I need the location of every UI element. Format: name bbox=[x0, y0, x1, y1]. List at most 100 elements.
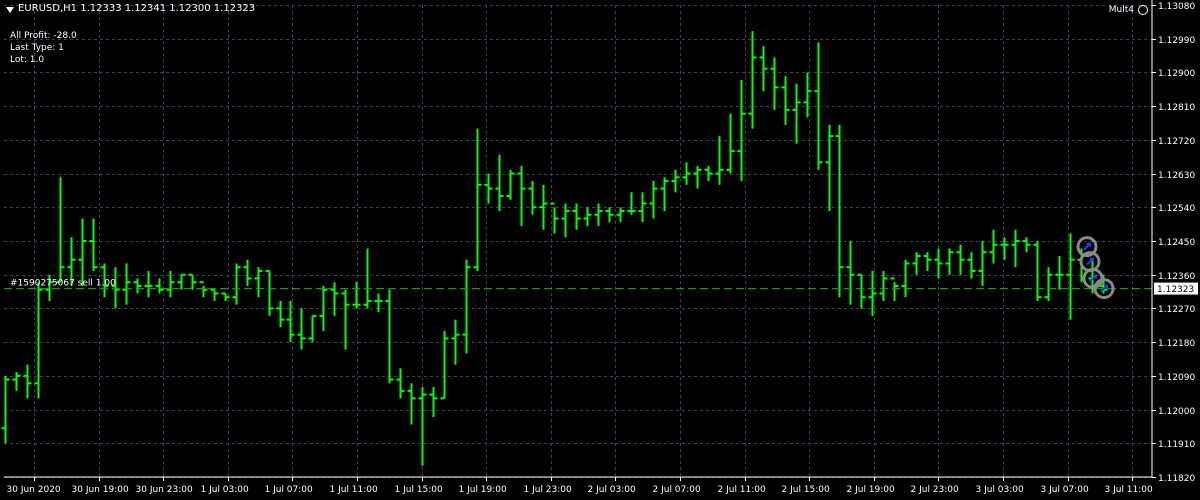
ohlc-bar bbox=[451, 319, 460, 365]
ohlc-bar bbox=[792, 83, 801, 144]
lot-label: Lot: 1.0 bbox=[10, 55, 45, 65]
x-tick-label: 2 Jul 11:00 bbox=[718, 485, 767, 495]
ohlc-bar bbox=[12, 372, 21, 391]
price-chart[interactable]: #1590275067 sell 1.00 1.13080 1.12990 1.12… bbox=[0, 0, 1200, 500]
ohlc-bar bbox=[286, 300, 295, 343]
ohlc-bar bbox=[166, 270, 175, 298]
ohlc-bar bbox=[583, 207, 592, 227]
ohlc-bar bbox=[1055, 255, 1064, 290]
y-tick-label: 1.12810 bbox=[1158, 103, 1195, 113]
ohlc-bar bbox=[868, 270, 877, 316]
time-axis: 30 Jun 2020 30 Jun 19:00 30 Jun 23:00 1 Jul… bbox=[7, 477, 1154, 495]
ohlc-bar bbox=[462, 259, 471, 354]
ohlc-bar bbox=[473, 128, 482, 271]
ohlc-bar bbox=[572, 203, 581, 230]
order-line-label: #1590275067 sell 1.00 bbox=[10, 279, 116, 289]
ohlc-bar bbox=[363, 248, 372, 309]
ohlc-bar bbox=[1022, 237, 1031, 253]
ohlc-bar bbox=[605, 207, 614, 223]
ohlc-bar bbox=[737, 79, 746, 182]
y-tick-label: 1.11820 bbox=[1158, 474, 1195, 484]
ohlc-bar bbox=[517, 166, 526, 227]
y-tick-label: 1.12450 bbox=[1158, 238, 1195, 248]
ohlc-bar bbox=[693, 166, 702, 189]
ohlc-bar bbox=[726, 113, 735, 174]
x-tick-label: 1 Jul 07:00 bbox=[265, 485, 314, 495]
ohlc-bar bbox=[374, 293, 383, 313]
ohlc-bar bbox=[660, 177, 669, 212]
ohlc-bar bbox=[1066, 233, 1075, 320]
ohlc-bar bbox=[385, 289, 394, 384]
ohlc-bar bbox=[989, 229, 998, 264]
x-tick-label: 3 Jul 07:00 bbox=[1041, 485, 1090, 495]
ohlc-bar bbox=[254, 267, 263, 298]
ohlc-bar bbox=[429, 387, 438, 418]
chart-grid bbox=[4, 5, 1152, 478]
ohlc-bar bbox=[23, 364, 32, 399]
y-tick-label: 1.12270 bbox=[1158, 305, 1195, 315]
ohlc-bar bbox=[144, 270, 153, 298]
y-tick-label: 1.12360 bbox=[1158, 272, 1195, 282]
ohlc-bar bbox=[484, 173, 493, 204]
ohlc-bar bbox=[682, 162, 691, 185]
y-tick-label: 1.12900 bbox=[1158, 69, 1195, 79]
x-tick-label: 2 Jul 15:00 bbox=[782, 485, 831, 495]
ohlc-bar bbox=[594, 203, 603, 227]
symbol-menu-icon[interactable] bbox=[6, 7, 14, 13]
ohlc-bar bbox=[265, 269, 274, 316]
ohlc-bar bbox=[177, 273, 186, 290]
x-tick-label: 2 Jul 07:00 bbox=[653, 485, 702, 495]
ohlc-bar bbox=[1033, 241, 1042, 301]
ohlc-bar bbox=[649, 181, 658, 219]
y-tick-label: 1.12000 bbox=[1158, 407, 1195, 417]
y-tick-label: 1.11910 bbox=[1158, 440, 1195, 450]
ohlc-bar bbox=[122, 263, 131, 305]
y-tick-label: 1.12990 bbox=[1158, 36, 1195, 46]
expert-advisor-label[interactable]: Mult4 bbox=[1109, 5, 1134, 15]
ohlc-bar bbox=[396, 368, 405, 399]
ohlc-bar bbox=[1044, 267, 1053, 301]
ohlc-bar bbox=[715, 136, 724, 185]
ohlc-bar bbox=[199, 281, 208, 298]
y-tick-label: 1.12720 bbox=[1158, 137, 1195, 147]
x-tick-label: 30 Jun 2020 bbox=[7, 485, 61, 495]
last-type-label: Last Type: 1 bbox=[10, 43, 64, 53]
ohlc-bar bbox=[1, 375, 10, 444]
ohlc-bar bbox=[188, 273, 197, 290]
ohlc-bar bbox=[155, 278, 164, 294]
ohlc-bar bbox=[759, 46, 768, 92]
ohlc-bar bbox=[528, 181, 537, 215]
ohlc-bar bbox=[956, 244, 965, 275]
ohlc-bar bbox=[923, 252, 932, 271]
ohlc-bar bbox=[561, 203, 570, 238]
ohlc-bar bbox=[901, 259, 910, 298]
ohlc-bar bbox=[407, 383, 416, 425]
y-tick-label: 1.12540 bbox=[1158, 204, 1195, 214]
ohlc-bar bbox=[232, 263, 241, 305]
ohlc-bar bbox=[912, 252, 921, 275]
x-tick-label: 3 Jul 11:00 bbox=[1105, 485, 1154, 495]
x-tick-label: 3 Jul 03:00 bbox=[976, 485, 1025, 495]
ohlc-bar bbox=[440, 330, 449, 400]
ohlc-bar bbox=[638, 192, 647, 223]
x-tick-label: 1 Jul 03:00 bbox=[201, 485, 250, 495]
chart-header: EURUSD,H1 1.12333 1.12341 1.12300 1.1232… bbox=[18, 3, 255, 14]
x-tick-label: 30 Jun 19:00 bbox=[72, 485, 129, 495]
ohlc-bar bbox=[781, 76, 790, 125]
ohlc-bar bbox=[319, 285, 328, 331]
ohlc-bar bbox=[330, 282, 339, 316]
ohlc-bar bbox=[627, 192, 636, 215]
ohlc-bar bbox=[34, 282, 43, 399]
y-tick-label: 1.12090 bbox=[1158, 373, 1195, 383]
ohlc-bar bbox=[803, 72, 812, 118]
current-price-label: 1.12323 bbox=[1157, 285, 1194, 295]
ohlc-bar bbox=[89, 218, 98, 271]
x-tick-label: 1 Jul 11:00 bbox=[330, 485, 379, 495]
ohlc-bar bbox=[835, 124, 844, 298]
ohlc-bar bbox=[890, 277, 899, 301]
ohlc-bar bbox=[210, 288, 219, 301]
smiley-icon[interactable] bbox=[1138, 5, 1148, 15]
trade-markers bbox=[1076, 236, 1115, 300]
y-tick-label: 1.12630 bbox=[1158, 171, 1195, 181]
ohlc-bars bbox=[1, 31, 1108, 466]
